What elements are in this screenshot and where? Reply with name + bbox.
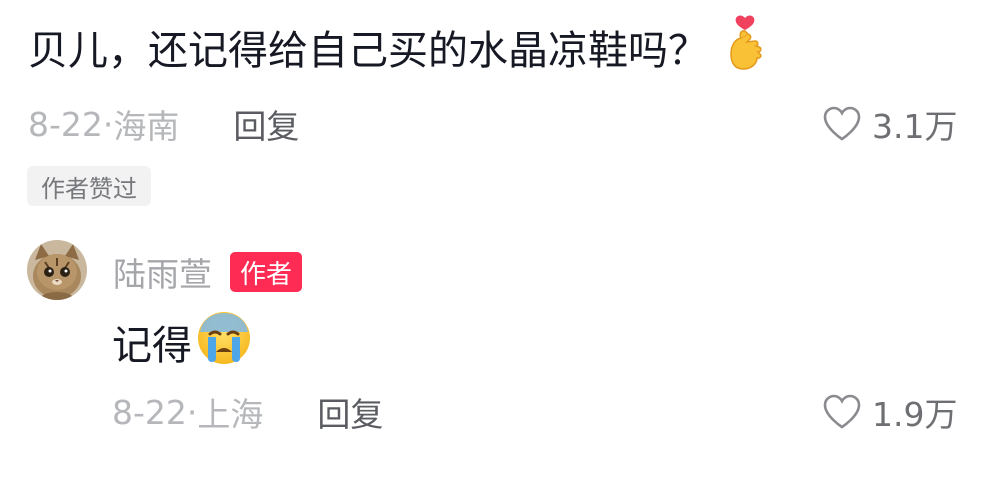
crying-face-emoji-icon [196,310,252,381]
comment-reply-button[interactable]: 回复 [233,100,299,148]
comment-text[interactable]: 贝儿，还记得给自己买的水晶凉鞋吗？ [28,14,766,87]
meta-separator: · [186,392,198,432]
comment-body: 贝儿，还记得给自己买的水晶凉鞋吗？ [28,27,708,74]
author-badge: 作者 [230,252,303,292]
avatar[interactable] [27,240,87,300]
cat-avatar-icon [27,240,87,300]
comment-date: 8-22 [28,104,103,144]
reply-author-name[interactable]: 陆雨萱 [113,248,212,296]
comment-location: 海南 [113,107,180,146]
reply-like-count: 1.9万 [872,395,958,434]
heart-icon [823,106,861,141]
comment-like-count: 3.1万 [872,107,958,146]
heart-icon [823,394,861,429]
meta-separator: · [102,104,114,144]
reply-meta: 8-22 · 上海 回复 [112,388,383,436]
comment-meta: 8-22 · 海南 回复 [28,100,299,148]
reply-author: 陆雨萱 作者 [113,248,303,296]
reply-text[interactable]: 记得 [112,310,252,381]
reply-like-button[interactable]: 1.9万 [822,388,957,436]
reply-location: 上海 [197,395,264,434]
author-liked-badge: 作者赞过 [27,166,151,206]
reply-reply-button[interactable]: 回复 [317,388,383,436]
comment-thread: 贝儿，还记得给自己买的水晶凉鞋吗？ 8-22 · 海南 回复 3.1万 作者赞过 [0,0,996,483]
reply-body: 记得 [112,322,192,369]
comment-like-button[interactable]: 3.1万 [822,100,957,148]
finger-heart-emoji-icon [724,14,766,87]
reply-date: 8-22 [112,392,187,432]
